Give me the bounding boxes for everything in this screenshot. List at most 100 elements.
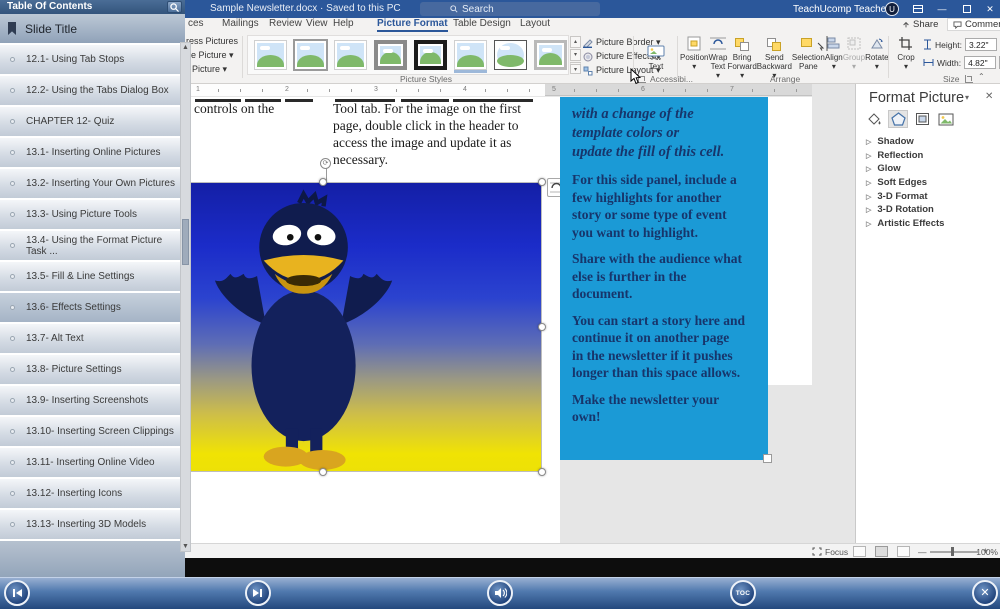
share-button[interactable]: Share [897, 18, 943, 31]
style-thumb-3[interactable] [334, 40, 367, 70]
scrollbar-thumb[interactable] [182, 219, 189, 265]
avatar[interactable]: U [885, 2, 899, 16]
zoom-slider-track[interactable] [930, 551, 978, 553]
handle-bottom-middle[interactable] [319, 468, 327, 476]
previous-button[interactable] [4, 580, 30, 606]
toc-item-13-11[interactable]: 13.11- Inserting Online Video [0, 448, 185, 479]
style-thumb-4[interactable] [374, 40, 407, 70]
size-dialog-launcher[interactable] [965, 75, 973, 83]
gallery-scroll-down[interactable]: ▾ [570, 49, 581, 61]
tab-help[interactable]: Help [333, 18, 354, 29]
account-name[interactable]: TeachUcomp Teacher [793, 4, 890, 15]
mascot-picture[interactable] [185, 182, 542, 472]
zoom-out-button[interactable]: — [918, 547, 927, 557]
tab-table-design[interactable]: Table Design [453, 18, 511, 29]
toc-item-13-13[interactable]: 13.13- Inserting 3D Models [0, 510, 185, 541]
section-glow[interactable]: ▷Glow [866, 163, 901, 174]
toc-item-ch12-quiz[interactable]: CHAPTER 12- Quiz [0, 107, 185, 138]
wrap-text-button[interactable]: Wrap Text ▾ [708, 36, 727, 80]
alt-text-button[interactable]: Alt Text [640, 36, 672, 71]
rotate-button[interactable]: Rotate ▾ [865, 36, 889, 80]
section-3d-format[interactable]: ▷3-D Format [866, 191, 928, 202]
comments-button[interactable]: Comments [947, 18, 1000, 31]
focus-button[interactable]: Focus [825, 547, 848, 557]
handle-top-middle[interactable] [319, 178, 327, 186]
toc-button[interactable]: TOC [730, 580, 756, 606]
toc-scrollbar[interactable]: ▲ ▼ [180, 42, 191, 552]
toc-item-13-5[interactable]: 13.5- Fill & Line Settings [0, 262, 185, 293]
gallery-more-button[interactable]: ▾ [570, 62, 581, 74]
style-thumb-6[interactable] [454, 40, 487, 70]
toc-item-13-9[interactable]: 13.9- Inserting Screenshots [0, 386, 185, 417]
handle-top-right[interactable] [538, 178, 546, 186]
style-thumb-2-selected[interactable] [294, 40, 327, 70]
section-soft-edges[interactable]: ▷Soft Edges [866, 177, 927, 188]
maximize-button[interactable] [963, 5, 971, 13]
gallery-scroll-up[interactable]: ▴ [570, 36, 581, 48]
style-thumb-7[interactable] [494, 40, 527, 70]
toc-item-13-4[interactable]: 13.4- Using the Format Picture Task ... [0, 231, 185, 262]
titlebar-search-box[interactable]: Search [420, 2, 600, 16]
tab-picture-format[interactable]: Picture Format [377, 18, 448, 32]
effects-tab[interactable] [888, 110, 908, 128]
document-canvas[interactable]: controls on the Tool tab. For the image … [185, 96, 855, 543]
toc-item-13-3[interactable]: 13.3- Using Picture Tools [0, 200, 185, 231]
zoom-level-label[interactable]: 100% [976, 547, 998, 557]
volume-button[interactable] [487, 580, 513, 606]
position-button[interactable]: Position ▾ [680, 36, 708, 80]
toc-slide-title-row[interactable]: Slide Title [0, 14, 185, 45]
rotate-handle[interactable]: ⟳ [320, 158, 331, 169]
handle-middle-right[interactable] [538, 323, 546, 331]
picture-styles-gallery[interactable] [247, 35, 569, 75]
scroll-up-icon[interactable]: ▲ [181, 44, 190, 51]
print-layout-icon[interactable] [875, 546, 888, 557]
align-button[interactable]: Align ▾ [825, 36, 843, 80]
bring-forward-button[interactable]: Bring Forward ▾ [727, 36, 756, 80]
style-thumb-5[interactable] [414, 40, 447, 70]
pane-menu-caret[interactable]: ▾ [965, 93, 969, 102]
pane-close-icon[interactable]: ✕ [985, 91, 993, 102]
group-button[interactable]: Group ▾ [843, 36, 865, 80]
toc-item-13-7[interactable]: 13.7- Alt Text [0, 324, 185, 355]
section-reflection[interactable]: ▷Reflection [866, 150, 923, 161]
tab-layout[interactable]: Layout [520, 18, 550, 29]
section-3d-rotation[interactable]: ▷3-D Rotation [866, 204, 934, 215]
toc-item-12-2[interactable]: 12.2- Using the Tabs Dialog Box [0, 76, 185, 107]
toc-item-13-1[interactable]: 13.1- Inserting Online Pictures [0, 138, 185, 169]
table-resize-handle[interactable] [763, 454, 772, 463]
toc-item-13-8[interactable]: 13.8- Picture Settings [0, 355, 185, 386]
minimize-button[interactable]: — [937, 4, 947, 14]
collapse-ribbon-button[interactable]: ⌃ [978, 72, 985, 81]
fill-line-tab[interactable] [864, 110, 884, 128]
zoom-slider-thumb[interactable] [951, 547, 954, 556]
height-input[interactable]: 3.22" [965, 38, 997, 51]
crop-button[interactable]: Crop ▾ [893, 36, 919, 71]
toc-item-13-6-selected[interactable]: 13.6- Effects Settings [0, 293, 185, 324]
toc-item-13-12[interactable]: 13.12- Inserting Icons [0, 479, 185, 510]
scroll-down-icon[interactable]: ▼ [181, 543, 190, 550]
web-layout-icon[interactable] [897, 546, 910, 557]
toc-search-button[interactable] [167, 1, 182, 13]
tab-references-cut[interactable]: ces [188, 18, 204, 29]
picture-tab[interactable] [936, 110, 956, 128]
close-window-button[interactable]: ✕ [985, 4, 995, 14]
player-close-button[interactable]: ✕ [972, 580, 998, 606]
layout-properties-tab[interactable] [912, 110, 932, 128]
width-input[interactable]: 4.82" [964, 56, 996, 69]
tab-mailings[interactable]: Mailings [222, 18, 259, 29]
ribbon-display-options-icon[interactable] [913, 5, 923, 13]
change-picture-cut[interactable]: ge Picture ▾ [186, 50, 234, 61]
compress-pictures-cut[interactable]: ress Pictures [186, 36, 238, 46]
reset-picture-cut[interactable]: Picture ▾ [192, 64, 227, 75]
tab-review[interactable]: Review [269, 18, 302, 29]
handle-bottom-right[interactable] [538, 468, 546, 476]
toc-item-13-10[interactable]: 13.10- Inserting Screen Clippings [0, 417, 185, 448]
tab-view[interactable]: View [306, 18, 328, 29]
play-next-button[interactable] [245, 580, 271, 606]
newsletter-side-panel[interactable]: with a change of the template colors or … [560, 97, 768, 460]
read-mode-icon[interactable] [853, 546, 866, 557]
style-thumb-8[interactable] [534, 40, 567, 70]
style-thumb-1[interactable] [254, 40, 287, 70]
section-artistic-effects[interactable]: ▷Artistic Effects [866, 218, 944, 229]
toc-item-12-1[interactable]: 12.1- Using Tab Stops [0, 45, 185, 76]
